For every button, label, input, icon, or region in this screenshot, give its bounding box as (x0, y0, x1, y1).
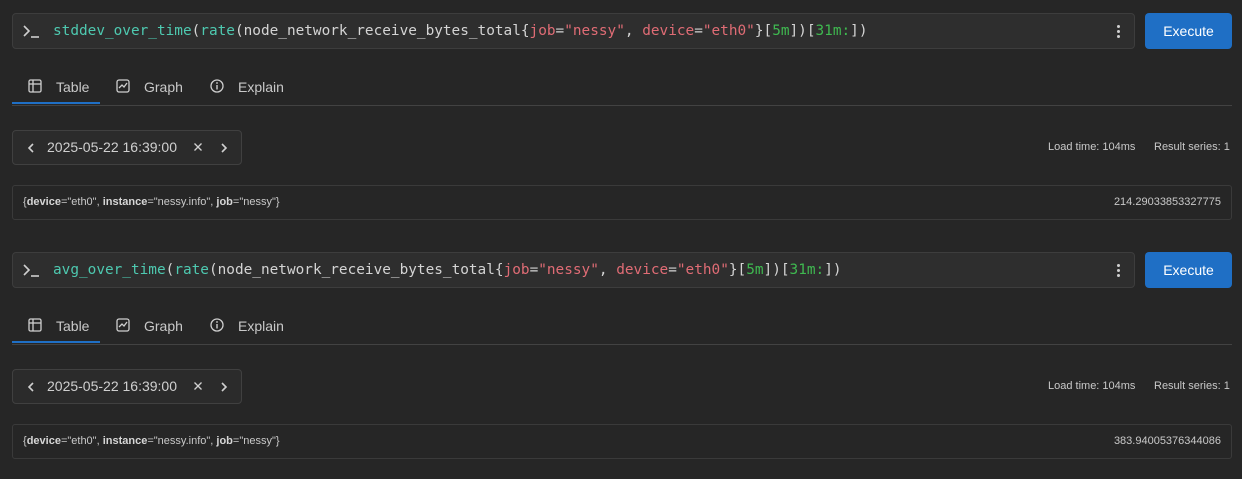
eval-time-input[interactable]: 2025-05-22 16:39:00 (47, 370, 177, 403)
table-icon (28, 318, 42, 332)
tab-graph[interactable]: Graph (116, 71, 196, 104)
execute-button[interactable]: Execute (1145, 13, 1232, 49)
view-tabs: Table Graph Explain (12, 71, 1232, 106)
query-input[interactable]: stddev_over_time(rate(node_network_recei… (12, 13, 1135, 49)
execute-button[interactable]: Execute (1145, 252, 1232, 288)
query-options-menu-icon[interactable] (1111, 23, 1125, 39)
series-labels: {device="eth0", instance="nessy.info", j… (23, 435, 280, 447)
info-icon (210, 318, 224, 332)
chevron-right-icon[interactable] (214, 131, 234, 164)
table-row: {device="eth0", instance="nessy.info", j… (12, 185, 1232, 220)
eval-time-picker: 2025-05-22 16:39:00 (12, 369, 242, 404)
series-value: 214.29033853327775 (1113, 196, 1221, 208)
query-inner-function: rate (200, 23, 235, 39)
chevron-right-icon[interactable] (214, 370, 234, 403)
tab-explain[interactable]: Explain (210, 71, 300, 104)
chevron-left-icon[interactable] (21, 370, 41, 403)
tab-table[interactable]: Table (28, 71, 108, 104)
tab-label: Graph (144, 318, 183, 334)
terminal-prompt-icon (23, 264, 39, 277)
query-expression[interactable]: avg_over_time(rate(node_network_receive_… (53, 253, 842, 287)
label-name: instance (102, 435, 148, 447)
query-label-value: "nessy" (538, 262, 599, 278)
query-subquery: 31m: (789, 262, 825, 278)
query-subquery: 31m: (815, 23, 851, 39)
query-metric: node_network_receive_bytes_total (217, 262, 495, 278)
query-row: stddev_over_time(rate(node_network_recei… (12, 13, 1232, 49)
query-label-name: device (642, 23, 695, 39)
query-label-value: "nessy" (564, 23, 625, 39)
query-label-name: job (503, 262, 530, 278)
graph-icon (116, 79, 130, 93)
view-tabs: Table Graph Explain (12, 310, 1232, 345)
query-inner-function: rate (174, 262, 209, 278)
tab-table[interactable]: Table (28, 310, 108, 343)
info-icon (210, 79, 224, 93)
label-name: job (216, 196, 233, 208)
graph-icon (116, 318, 130, 332)
query-label-value: "eth0" (702, 23, 755, 39)
query-function: stddev_over_time (53, 23, 192, 39)
query-metric: node_network_receive_bytes_total (243, 23, 521, 39)
table-row: {device="eth0", instance="nessy.info", j… (12, 424, 1232, 459)
label-name: instance (102, 196, 148, 208)
query-label-name: job (529, 23, 556, 39)
active-tab-indicator (12, 102, 100, 104)
query-input[interactable]: avg_over_time(rate(node_network_receive_… (12, 252, 1135, 288)
query-range: 5m (746, 262, 764, 278)
load-time: Load time: 104ms (1048, 380, 1136, 392)
series-labels: {device="eth0", instance="nessy.info", j… (23, 196, 280, 208)
chevron-left-icon[interactable] (21, 131, 41, 164)
result-series-count: Result series: 1 (1154, 380, 1230, 392)
load-time: Load time: 104ms (1048, 141, 1136, 153)
tab-label: Explain (238, 318, 284, 334)
query-label-value: "eth0" (676, 262, 729, 278)
series-value: 383.94005376344086 (1113, 435, 1221, 447)
query-range: 5m (772, 23, 790, 39)
label-name: device (26, 435, 61, 447)
query-expression[interactable]: stddev_over_time(rate(node_network_recei… (53, 14, 868, 48)
tab-label: Table (56, 318, 90, 334)
label-name: device (26, 196, 61, 208)
query-function: avg_over_time (53, 262, 166, 278)
tab-graph[interactable]: Graph (116, 310, 196, 343)
table-icon (28, 79, 42, 93)
tab-label: Explain (238, 79, 284, 95)
query-label-name: device (616, 262, 669, 278)
eval-time-input[interactable]: 2025-05-22 16:39:00 (47, 131, 177, 164)
tab-label: Graph (144, 79, 183, 95)
tab-explain[interactable]: Explain (210, 310, 300, 343)
close-icon[interactable] (188, 131, 208, 164)
result-series-count: Result series: 1 (1154, 141, 1230, 153)
eval-time-picker: 2025-05-22 16:39:00 (12, 130, 242, 165)
active-tab-indicator (12, 341, 100, 343)
label-name: job (216, 435, 233, 447)
terminal-prompt-icon (23, 25, 39, 38)
query-options-menu-icon[interactable] (1111, 262, 1125, 278)
query-row: avg_over_time(rate(node_network_receive_… (12, 252, 1232, 288)
close-icon[interactable] (188, 370, 208, 403)
tab-label: Table (56, 79, 90, 95)
